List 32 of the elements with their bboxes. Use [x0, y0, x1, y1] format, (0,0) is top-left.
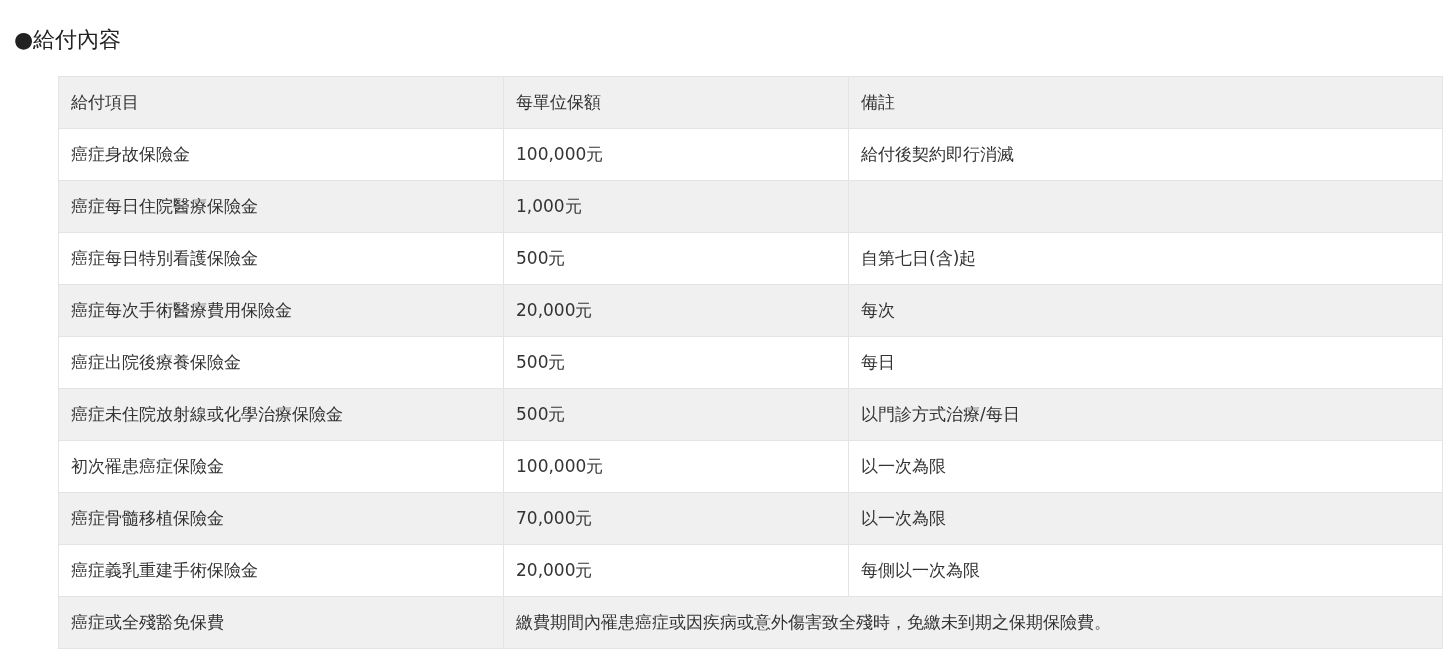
table-cell: 癌症每日住院醫療保險金 — [58, 180, 504, 233]
column-header: 給付項目 — [58, 76, 504, 129]
table-cell: 每次 — [848, 284, 1443, 337]
table-cell: 給付後契約即行消滅 — [848, 128, 1443, 181]
table-cell: 70,000元 — [503, 492, 849, 545]
table-cell: 以門診方式治療/每日 — [848, 388, 1443, 441]
table-cell: 初次罹患癌症保險金 — [58, 440, 504, 493]
table-cell: 500元 — [503, 232, 849, 285]
table-cell: 20,000元 — [503, 284, 849, 337]
column-header: 備註 — [848, 76, 1443, 129]
table-cell: 以一次為限 — [848, 440, 1443, 493]
table-cell: 癌症或全殘豁免保費 — [58, 596, 504, 649]
table-cell: 繳費期間內罹患癌症或因疾病或意外傷害致全殘時，免繳未到期之保期保險費。 — [503, 596, 1443, 649]
table-cell: 500元 — [503, 336, 849, 389]
table-cell: 自第七日(含)起 — [848, 232, 1443, 285]
table-cell: 1,000元 — [503, 180, 849, 233]
table-cell: 癌症骨髓移植保險金 — [58, 492, 504, 545]
table-cell: 20,000元 — [503, 544, 849, 597]
table-cell: 500元 — [503, 388, 849, 441]
table-cell: 癌症身故保險金 — [58, 128, 504, 181]
table-cell: 100,000元 — [503, 128, 849, 181]
table-cell: 癌症每次手術醫療費用保險金 — [58, 284, 504, 337]
table-cell: 癌症出院後療養保險金 — [58, 336, 504, 389]
table-cell: 癌症每日特別看護保險金 — [58, 232, 504, 285]
table-cell: 每日 — [848, 336, 1443, 389]
column-header: 每單位保額 — [503, 76, 849, 129]
table-cell: 癌症未住院放射線或化學治療保險金 — [58, 388, 504, 441]
section-heading: ●給付內容 — [14, 26, 123, 54]
table-cell: 以一次為限 — [848, 492, 1443, 545]
table-cell: 100,000元 — [503, 440, 849, 493]
table-cell: 癌症義乳重建手術保險金 — [58, 544, 504, 597]
table-cell: 每側以一次為限 — [848, 544, 1443, 597]
